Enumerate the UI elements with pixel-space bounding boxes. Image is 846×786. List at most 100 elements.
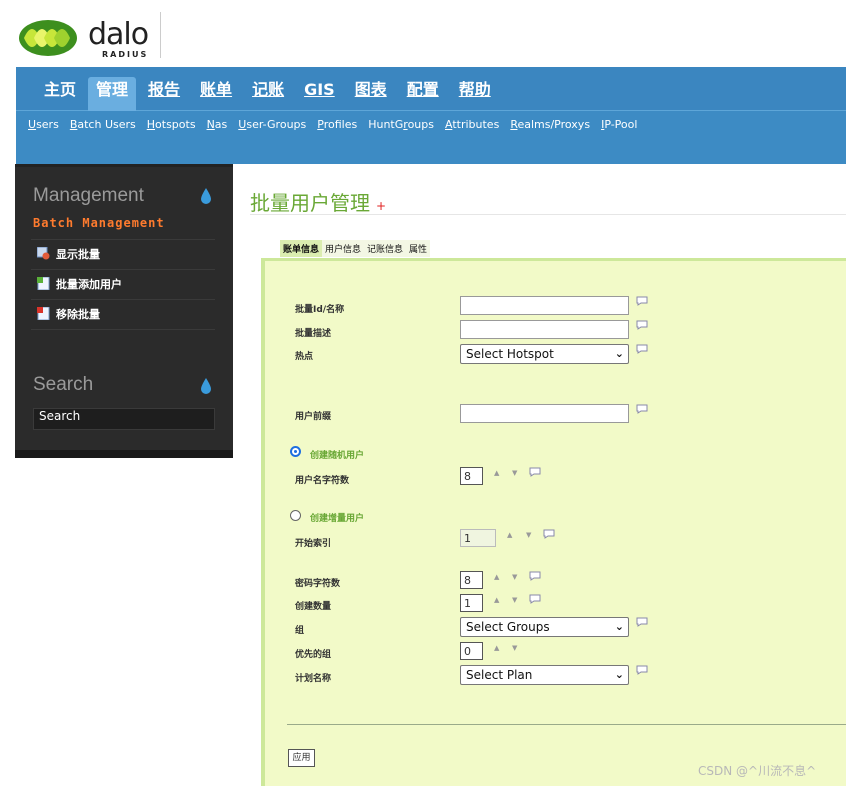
tooltip-bubble-icon[interactable] [529, 571, 541, 581]
tooltip-bubble-icon[interactable] [636, 320, 648, 330]
group-priority-input[interactable]: 0 [460, 642, 483, 660]
tooltip-bubble-icon[interactable] [529, 467, 541, 477]
nav-tab-help[interactable]: 帮助 [451, 77, 499, 111]
batch-id-input[interactable] [460, 296, 629, 315]
tab-attributes[interactable]: 属性 [406, 240, 430, 257]
tooltip-bubble-icon[interactable] [636, 617, 648, 627]
tab-accounting-info[interactable]: 记账信息 [364, 240, 406, 257]
subnav-ip-pool[interactable]: IP-Pool [601, 118, 637, 131]
main-nav: 主页 管理 报告 账单 记账 GIS 图表 配置 帮助 [36, 77, 503, 111]
tooltip-bubble-icon[interactable] [636, 344, 648, 354]
water-drop-icon [201, 378, 211, 394]
nav-tab-graphs[interactable]: 图表 [347, 77, 395, 111]
chevron-down-icon: ⌄ [614, 347, 624, 360]
header-divider [160, 12, 161, 58]
decrement-arrow-icon[interactable]: ▼ [512, 644, 517, 652]
subnav-nas[interactable]: Nas [207, 118, 228, 131]
increment-arrow-icon[interactable]: ▲ [507, 531, 512, 539]
password-length-input[interactable]: 8 [460, 571, 483, 589]
plan-select[interactable]: Select Plan ⌄ [460, 665, 629, 685]
create-count-label: 创建数量 [295, 602, 332, 612]
start-index-input[interactable]: 1 [460, 529, 496, 547]
nav-tab-billing[interactable]: 账单 [192, 77, 240, 111]
tooltip-bubble-icon[interactable] [636, 665, 648, 675]
user-prefix-input[interactable] [460, 404, 629, 423]
tooltip-bubble-icon[interactable] [636, 404, 648, 414]
sidebar-search-title: Search [33, 374, 94, 395]
username-length-input[interactable]: 8 [460, 467, 483, 485]
sidebar-item-label: 移除批量 [56, 307, 100, 321]
water-drop-icon [201, 188, 211, 204]
decrement-arrow-icon[interactable]: ▼ [512, 573, 517, 581]
nav-tab-gis[interactable]: GIS [296, 77, 343, 111]
subnav-profiles[interactable]: Profiles [317, 118, 357, 131]
sidebar-batch-management-subtitle: Batch Management [33, 216, 165, 230]
subnav-users[interactable]: Users [28, 118, 59, 131]
username-length-label: 用户名字符数 [295, 476, 350, 486]
sidebar-item-remove-batch[interactable]: 移除批量 [31, 299, 215, 327]
increment-arrow-icon[interactable]: ▲ [494, 573, 499, 581]
batch-description-label: 批量描述 [295, 329, 332, 339]
chevron-down-icon: ⌄ [614, 620, 624, 633]
random-users-radio[interactable] [290, 446, 301, 457]
chevron-down-icon: ⌄ [614, 668, 624, 681]
subnav-attributes[interactable]: Attributes [445, 118, 499, 131]
sidebar-footer-bar [15, 450, 233, 458]
sidebar-item-label: 批量添加用户 [56, 277, 122, 291]
sidebar-divider [31, 329, 215, 330]
tooltip-bubble-icon[interactable] [529, 594, 541, 604]
sidebar-item-batch-add-users[interactable]: 批量添加用户 [31, 269, 215, 297]
hotspot-select[interactable]: Select Hotspot ⌄ [460, 344, 629, 364]
incremental-users-radio[interactable] [290, 510, 301, 521]
increment-arrow-icon[interactable]: ▲ [494, 469, 499, 477]
plan-select-value: Select Plan [466, 668, 533, 682]
group-select[interactable]: Select Groups ⌄ [460, 617, 629, 637]
group-select-value: Select Groups [466, 620, 550, 634]
subnav-huntgroups[interactable]: HuntGroups [368, 118, 434, 131]
tab-user-info[interactable]: 用户信息 [322, 240, 364, 257]
nav-tab-home[interactable]: 主页 [36, 77, 84, 111]
form-divider [287, 724, 846, 725]
hotspot-select-value: Select Hotspot [466, 347, 554, 361]
create-count-input[interactable]: 1 [460, 594, 483, 612]
subnav-batch-users[interactable]: Batch Users [70, 118, 136, 131]
batch-id-label: 批量Id/名称 [295, 305, 345, 315]
plan-name-label: 计划名称 [295, 674, 332, 684]
subnav-realms-proxys[interactable]: Realms/Proxys [510, 118, 590, 131]
tooltip-bubble-icon[interactable] [543, 529, 555, 539]
nav-tab-config[interactable]: 配置 [399, 77, 447, 111]
group-label: 组 [295, 626, 305, 636]
tab-account-info[interactable]: 账单信息 [280, 240, 323, 257]
sidebar: Management Batch Management 显示批量 批量添加用户 … [15, 164, 233, 458]
password-length-label: 密码字符数 [295, 579, 341, 589]
nav-tab-management[interactable]: 管理 [88, 77, 137, 111]
user-prefix-label: 用户前缀 [295, 412, 332, 422]
sidebar-item-label: 显示批量 [56, 247, 100, 261]
sidebar-search-input[interactable]: Search [33, 408, 215, 430]
batch-description-input[interactable] [460, 320, 629, 339]
apply-button[interactable]: 应用 [288, 749, 315, 767]
increment-arrow-icon[interactable]: ▲ [494, 596, 499, 604]
sub-nav: Users Batch Users Hotspots Nas User-Grou… [28, 118, 648, 131]
sidebar-management-title: Management [33, 185, 144, 206]
random-users-radio-label: 创建随机用户 [310, 451, 365, 461]
page-title: 批量用户管理 + [250, 187, 386, 216]
main-nav-bar: 主页 管理 报告 账单 记账 GIS 图表 配置 帮助 [16, 67, 846, 111]
increment-arrow-icon[interactable]: ▲ [494, 644, 499, 652]
logo-wordmark: dalo [88, 17, 149, 52]
sidebar-item-show-batches[interactable]: 显示批量 [31, 239, 215, 267]
decrement-arrow-icon[interactable]: ▼ [512, 469, 517, 477]
group-priority-label: 优先的组 [295, 650, 332, 660]
decrement-arrow-icon[interactable]: ▼ [512, 596, 517, 604]
decrement-arrow-icon[interactable]: ▼ [526, 531, 531, 539]
expand-help-toggle[interactable]: + [376, 199, 386, 213]
page-title-text: 批量用户管理 [250, 191, 370, 215]
subnav-hotspots[interactable]: Hotspots [147, 118, 196, 131]
csdn-watermark: CSDN @^川流不息^ [698, 764, 817, 778]
nav-tab-accounting[interactable]: 记账 [244, 77, 292, 111]
top-navigation: 主页 管理 报告 账单 记账 GIS 图表 配置 帮助 Users Batch … [16, 67, 846, 164]
tooltip-bubble-icon[interactable] [636, 296, 648, 306]
start-index-label: 开始索引 [295, 539, 332, 549]
subnav-user-groups[interactable]: User-Groups [238, 118, 306, 131]
nav-tab-reports[interactable]: 报告 [140, 77, 188, 111]
